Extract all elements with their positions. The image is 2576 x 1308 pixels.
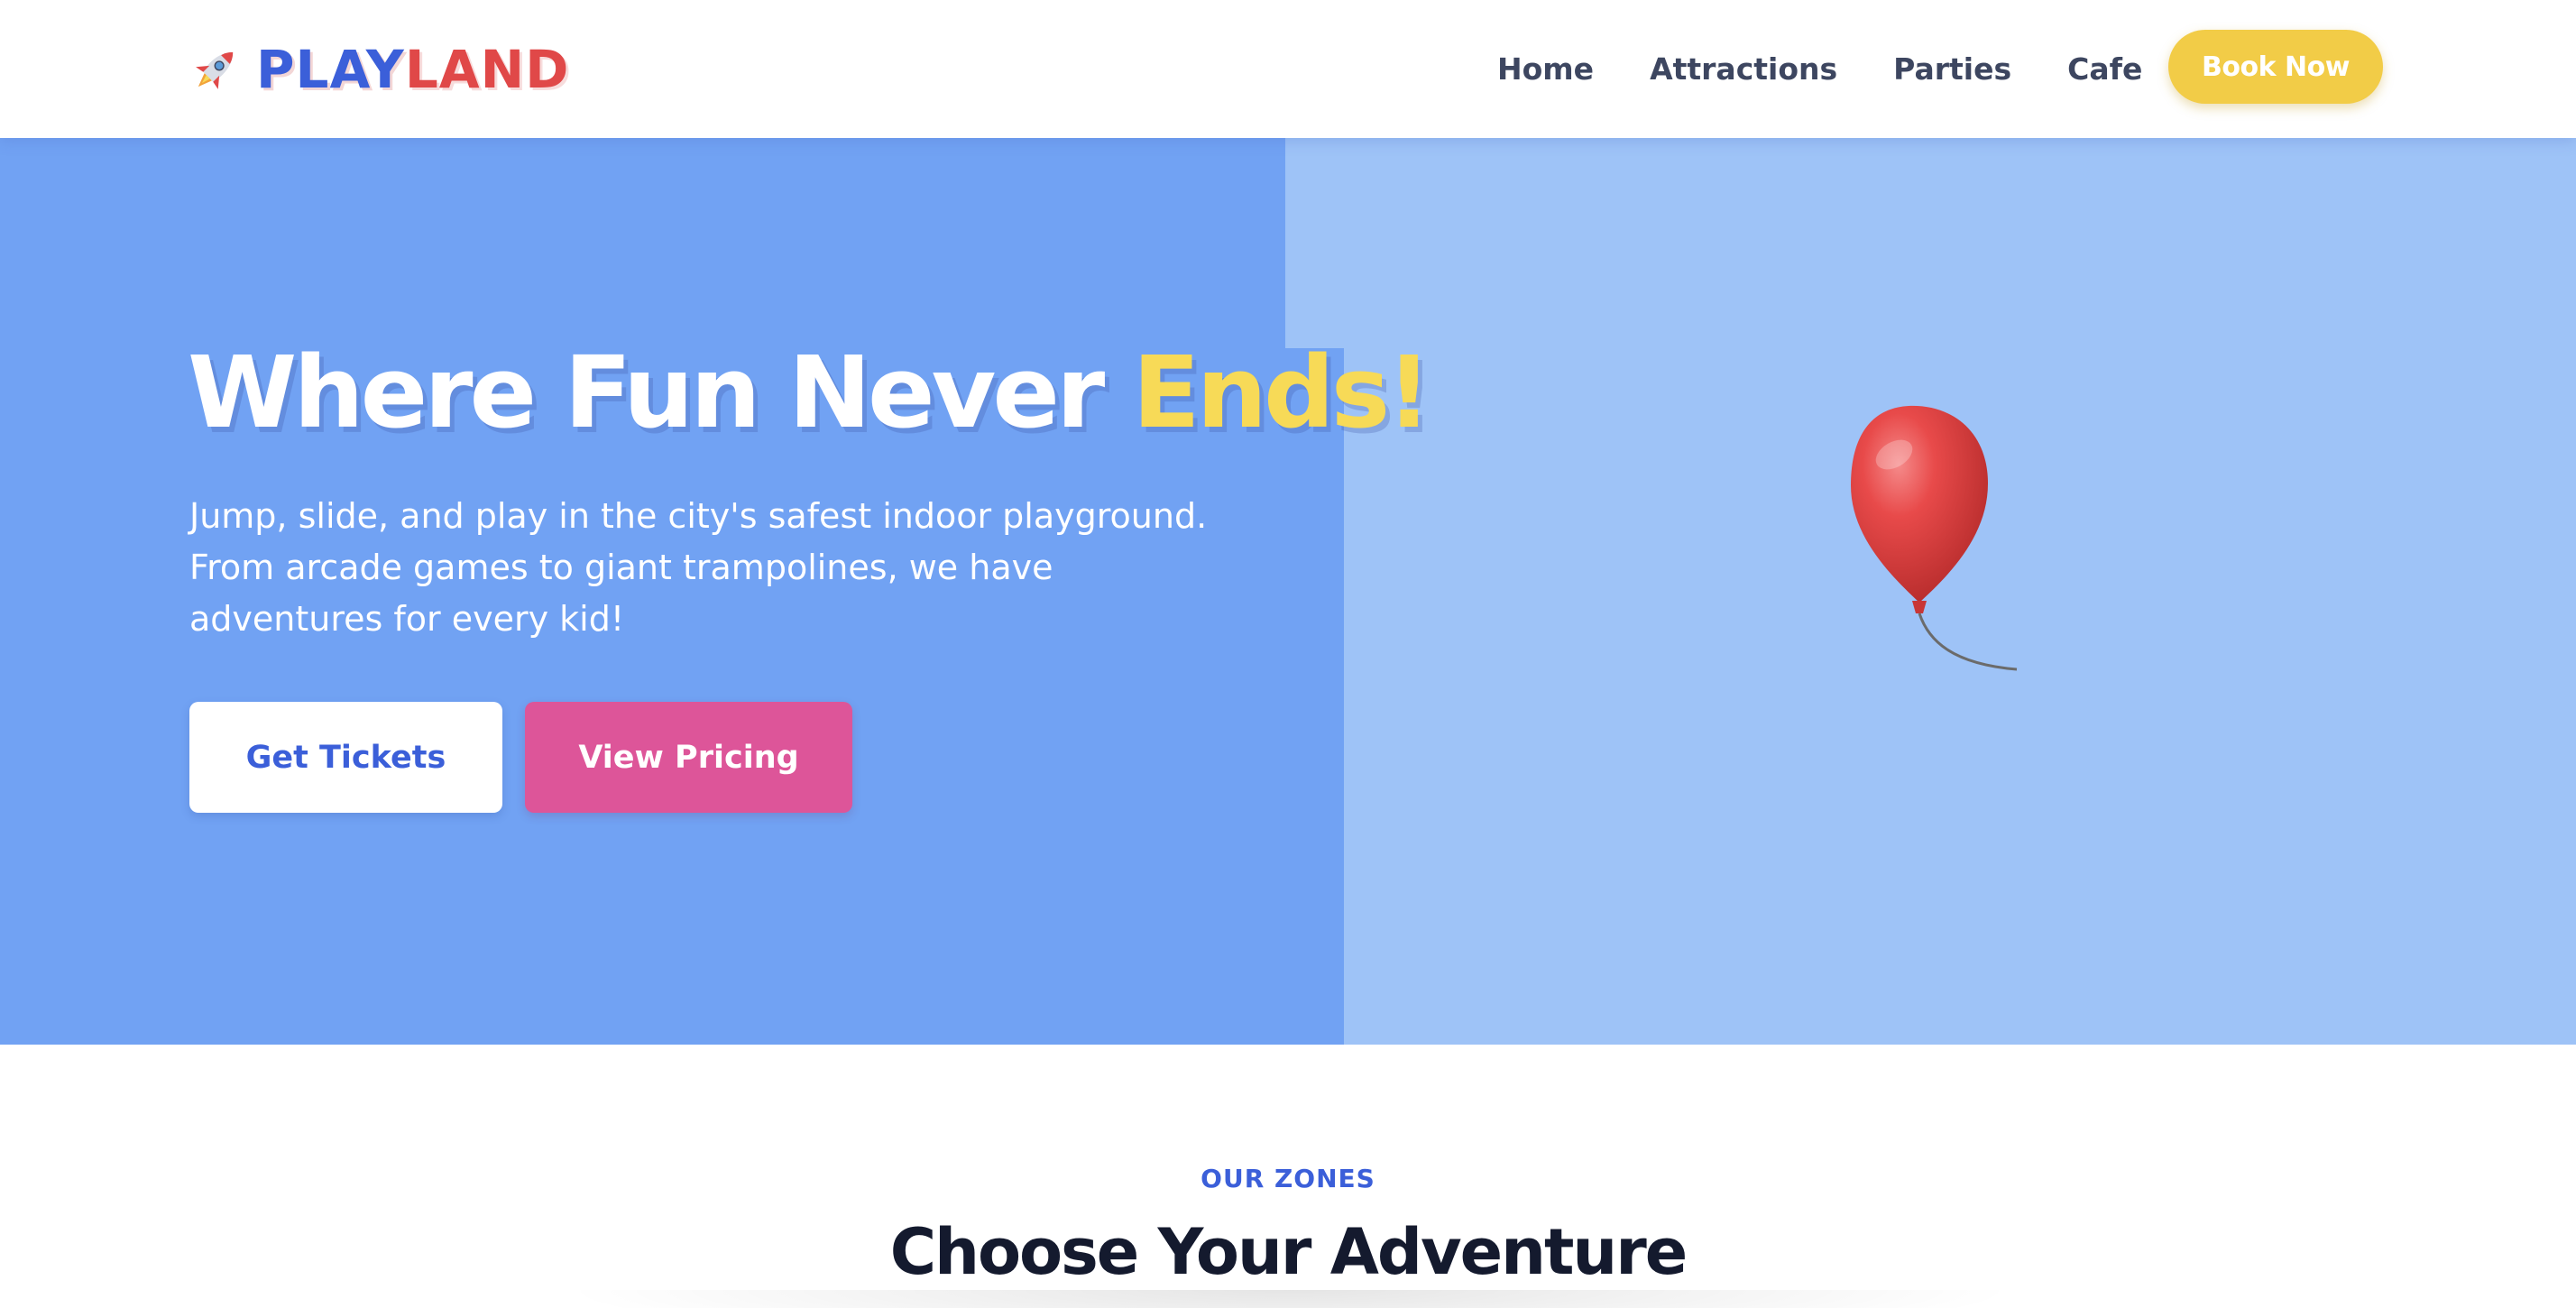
nav-links: Home Attractions Parties Cafe	[1497, 45, 2142, 92]
book-now-button[interactable]: Book Now	[2168, 30, 2383, 104]
hero-title: Where Fun Never Ends!	[188, 343, 1431, 442]
hero-content-panel-top	[0, 138, 1285, 348]
get-tickets-button[interactable]: Get Tickets	[189, 702, 502, 813]
rocket-icon	[196, 51, 234, 89]
section-title: Choose Your Adventure	[889, 1215, 1688, 1289]
nav-link-cafe[interactable]: Cafe	[2067, 51, 2142, 87]
logo[interactable]: PLAYLAND	[188, 38, 569, 101]
nav-link-parties[interactable]: Parties	[1893, 51, 2011, 87]
logo-text: PLAYLAND	[256, 43, 569, 96]
nav-link-home[interactable]: Home	[1497, 51, 1594, 87]
section-eyebrow: OUR ZONES	[1201, 1164, 1375, 1193]
nav-link-attractions[interactable]: Attractions	[1650, 51, 1837, 87]
hero-title-main: Where Fun Never	[188, 335, 1133, 450]
navbar: PLAYLAND Home Attractions Parties Cafe B…	[0, 0, 2576, 138]
logo-text-land: LAND	[404, 39, 570, 100]
hero-title-accent: Ends!	[1132, 335, 1432, 450]
hero-content-panel	[0, 348, 1344, 1045]
hero-description: Jump, slide, and play in the city's safe…	[189, 496, 1208, 639]
view-pricing-button[interactable]: View Pricing	[525, 702, 852, 813]
logo-text-play: PLAY	[256, 39, 405, 100]
zone-cards-shadow	[559, 1290, 2020, 1308]
balloon-icon	[1851, 405, 2018, 671]
